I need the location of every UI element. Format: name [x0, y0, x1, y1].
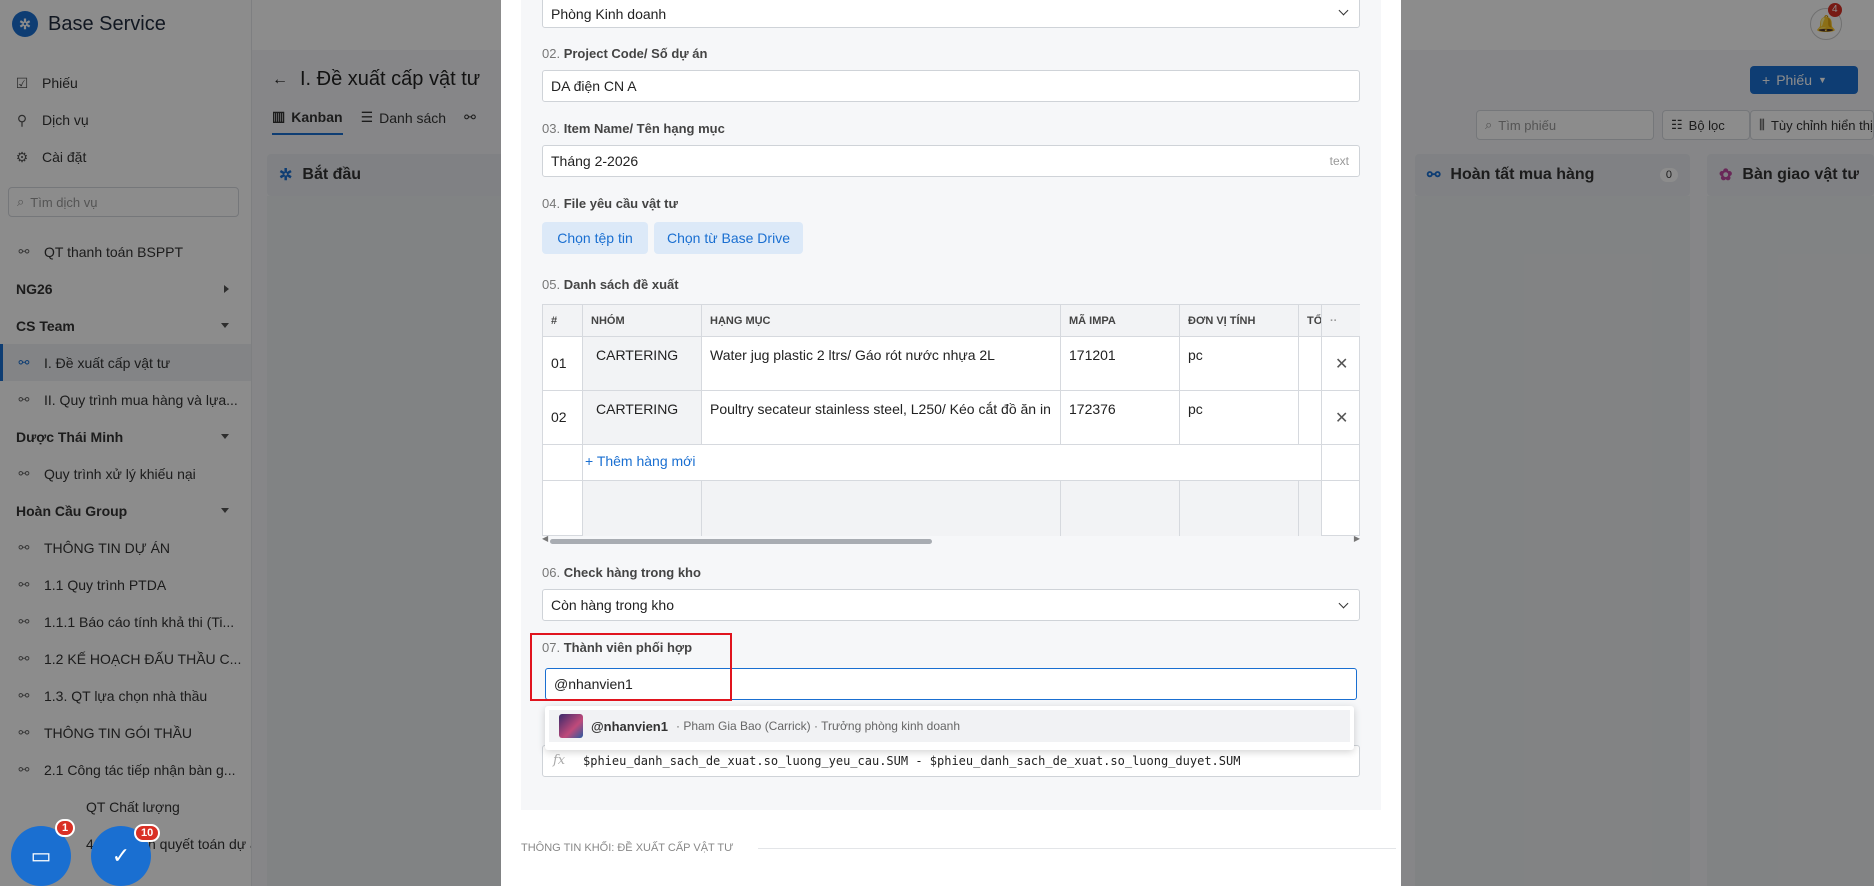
annotation-highlight-box	[530, 633, 732, 701]
table-cell-index: 02	[543, 391, 583, 445]
item-name-field[interactable]: Tháng 2-2026 text	[542, 145, 1360, 177]
field-number: 05.	[542, 277, 561, 292]
field-type-hint: text	[1329, 154, 1349, 168]
table-footer-cell	[1061, 481, 1180, 536]
column-header-total: TỔ	[1299, 305, 1322, 337]
select-value: Còn hàng trong kho	[551, 597, 674, 613]
field-label-proposal-list: 05. Danh sách đề xuất	[542, 277, 679, 292]
mention-detail: · Pham Gia Bao (Carrick) · Trưởng phòng …	[675, 719, 961, 733]
column-header-impa: MÃ IMPA	[1061, 305, 1180, 337]
chevron-down-icon	[1338, 5, 1349, 16]
tasks-icon: ✓	[111, 843, 131, 868]
column-header-actions: ··	[1322, 305, 1360, 337]
field-label-text: Danh sách đề xuất	[563, 277, 679, 292]
table-horizontal-scrollbar[interactable]: ◀ ▶	[542, 534, 1360, 544]
table-cell-impa[interactable]: 171201	[1061, 337, 1180, 391]
field-value: Tháng 2-2026	[551, 153, 639, 169]
section-footer-title: THÔNG TIN KHỐI: ĐỀ XUẤT CẤP VẬT TƯ	[521, 842, 734, 854]
mention-suggestion-item[interactable]: @nhanvien1 · Pham Gia Bao (Carrick) · Tr…	[549, 710, 1350, 742]
column-header-group: NHÓM	[583, 305, 702, 337]
column-header-unit: ĐƠN VỊ TÍNH	[1180, 305, 1299, 337]
scroll-left-icon[interactable]: ◀	[542, 534, 548, 543]
choose-file-button[interactable]: Chọn tệp tin	[542, 222, 648, 254]
table-cell-group[interactable]: CARTERING	[583, 391, 702, 445]
delete-row-icon[interactable]: ✕	[1335, 354, 1348, 374]
chat-icon: ▭	[30, 843, 52, 868]
table-footer-cell	[543, 481, 583, 536]
table-cell-total[interactable]	[1299, 391, 1322, 445]
avatar	[559, 714, 583, 738]
field-label-text: Project Code/ Số dự án	[563, 46, 708, 61]
table-cell-total[interactable]	[1299, 337, 1322, 391]
proposal-table: # NHÓM HẠNG MỤC MÃ IMPA ĐƠN VỊ TÍNH TỔ ·…	[542, 304, 1360, 536]
field-label-text: File yêu cầu vật tư	[563, 196, 678, 211]
table-cell-impa[interactable]: 172376	[1061, 391, 1180, 445]
stock-check-select[interactable]: Còn hàng trong kho	[542, 589, 1360, 621]
field-label-text: Check hàng trong kho	[563, 565, 701, 580]
field-label-stock-check: 06. Check hàng trong kho	[542, 565, 701, 580]
divider	[757, 847, 1396, 849]
select-value: Phòng Kinh doanh	[551, 6, 667, 22]
field-value: DA điện CN A	[551, 78, 637, 94]
formula-text: $phieu_danh_sach_de_xuat.so_luong_yeu_ca…	[583, 754, 1241, 768]
scrollbar-thumb[interactable]	[550, 539, 932, 544]
column-header-item: HẠNG MỤC	[702, 305, 1061, 337]
field-number: 06.	[542, 565, 561, 580]
table-footer-cell	[583, 481, 702, 536]
button-label: Chọn tệp tin	[557, 230, 633, 246]
field-number: 03.	[542, 121, 561, 136]
choose-from-drive-button[interactable]: Chọn từ Base Drive	[654, 222, 803, 254]
field-number: 04.	[542, 196, 561, 211]
table-cell-index: 01	[543, 337, 583, 391]
table-footer-cell	[1180, 481, 1299, 536]
mention-suggestions-dropdown: @nhanvien1 · Pham Gia Bao (Carrick) · Tr…	[545, 706, 1354, 750]
chevron-down-icon	[1338, 598, 1349, 609]
table-cell-item[interactable]: Water jug plastic 2 ltrs/ Gáo rót nước n…	[702, 337, 1061, 391]
table-cell-group[interactable]: CARTERING	[583, 337, 702, 391]
field-label-file: 04. File yêu cầu vật tư	[542, 196, 678, 211]
column-header-index: #	[543, 305, 583, 337]
department-select[interactable]: Phòng Kinh doanh	[542, 0, 1360, 28]
table-cell-empty	[543, 445, 583, 481]
table-footer-cell	[702, 481, 1061, 536]
table-footer-cell	[1299, 481, 1322, 536]
button-label: Chọn từ Base Drive	[667, 230, 790, 246]
drag-handle-icon[interactable]: ··	[1330, 315, 1337, 327]
project-code-field[interactable]: DA điện CN A	[542, 70, 1360, 102]
table-cell-unit[interactable]: pc	[1180, 337, 1299, 391]
section-footer: THÔNG TIN KHỐI: ĐỀ XUẤT CẤP VẬT TƯ	[521, 842, 1396, 854]
field-number: 02.	[542, 46, 561, 61]
table-cell-item[interactable]: Poultry secateur stainless steel, L250/ …	[702, 391, 1061, 445]
mention-handle: @nhanvien1	[591, 718, 668, 734]
field-label-item-name: 03. Item Name/ Tên hạng mục	[542, 121, 725, 136]
field-label-text: Item Name/ Tên hạng mục	[563, 121, 725, 136]
add-row-button[interactable]: + Thêm hàng mới	[585, 453, 695, 469]
chat-badge: 1	[55, 819, 76, 837]
table-cell-empty	[1322, 445, 1360, 481]
field-label-project-code: 02. Project Code/ Số dự án	[542, 46, 707, 61]
scroll-right-icon[interactable]: ▶	[1354, 534, 1360, 543]
table-cell-unit[interactable]: pc	[1180, 391, 1299, 445]
delete-row-icon[interactable]: ✕	[1335, 408, 1348, 428]
formula-icon: fx	[553, 753, 566, 768]
tasks-badge: 10	[134, 824, 161, 842]
